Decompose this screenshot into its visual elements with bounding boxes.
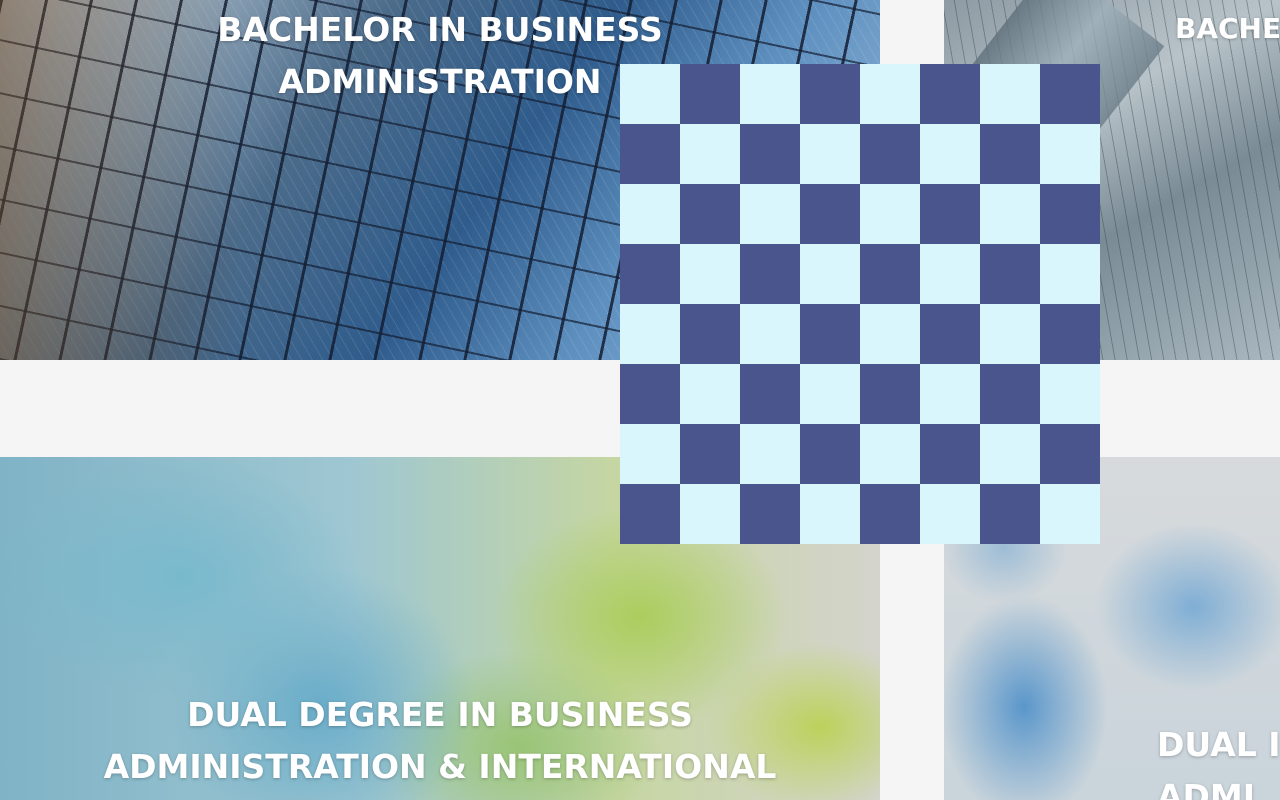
checkerboard-cell	[800, 304, 860, 364]
program-title-line: DUAL DEGREE IN BUSINESS	[187, 695, 693, 734]
checkerboard-cell	[1040, 184, 1100, 244]
checkerboard-cell	[920, 304, 980, 364]
checkerboard-cell	[920, 184, 980, 244]
checkerboard-cell	[860, 64, 920, 124]
checkerboard-cell	[1040, 364, 1100, 424]
checkerboard-cell	[680, 244, 740, 304]
checkerboard-cell	[1040, 244, 1100, 304]
program-title: DUAL I ADMI	[1157, 719, 1280, 800]
checkerboard-cell	[920, 64, 980, 124]
checkerboard-cell	[680, 304, 740, 364]
checkerboard-cell	[980, 184, 1040, 244]
checkerboard-cell	[1040, 424, 1100, 484]
checkerboard-cell	[680, 364, 740, 424]
program-title-line: ADMI	[1157, 777, 1256, 800]
checkerboard-cell	[1040, 304, 1100, 364]
program-title: DUAL DEGREE IN BUSINESS ADMINISTRATION &…	[0, 689, 880, 793]
checkerboard-cell	[1040, 124, 1100, 184]
checkerboard-cell	[920, 364, 980, 424]
checkerboard-cell	[920, 124, 980, 184]
checkerboard-cell	[620, 304, 680, 364]
checkerboard-cell	[800, 244, 860, 304]
checkerboard-cell	[980, 364, 1040, 424]
checkerboard-cell	[980, 244, 1040, 304]
checkerboard-cell	[920, 424, 980, 484]
checkerboard-cell	[860, 484, 920, 544]
checkerboard-cell	[620, 364, 680, 424]
checkerboard-cell	[680, 484, 740, 544]
checkerboard-cell	[620, 124, 680, 184]
checkerboard-overlay	[620, 64, 1100, 544]
checkerboard-cell	[860, 244, 920, 304]
checkerboard-cell	[740, 364, 800, 424]
checkerboard-cell	[860, 184, 920, 244]
checkerboard-cell	[740, 244, 800, 304]
checkerboard-cell	[980, 484, 1040, 544]
checkerboard-cell	[740, 124, 800, 184]
checkerboard-cell	[740, 184, 800, 244]
checkerboard-cell	[1040, 64, 1100, 124]
checkerboard-cell	[980, 424, 1040, 484]
checkerboard-cell	[860, 304, 920, 364]
checkerboard-cell	[800, 184, 860, 244]
program-title: BACHE	[1175, 12, 1280, 46]
checkerboard-cell	[800, 364, 860, 424]
program-title-line: DUAL I	[1157, 725, 1280, 764]
checkerboard-cell	[680, 64, 740, 124]
checkerboard-cell	[800, 124, 860, 184]
checkerboard-cell	[860, 124, 920, 184]
checkerboard-cell	[980, 304, 1040, 364]
program-title-line: ADMINISTRATION & INTERNATIONAL	[103, 747, 777, 786]
checkerboard-cell	[920, 244, 980, 304]
checkerboard-cell	[980, 124, 1040, 184]
checkerboard-cell	[980, 64, 1040, 124]
program-title-line: BACHE	[1175, 12, 1280, 45]
checkerboard-cell	[680, 124, 740, 184]
checkerboard-cell	[740, 484, 800, 544]
program-title-line: BACHELOR IN BUSINESS	[217, 10, 663, 49]
checkerboard-cell	[740, 304, 800, 364]
checkerboard-cell	[800, 424, 860, 484]
checkerboard-cell	[920, 484, 980, 544]
checkerboard-cell	[620, 244, 680, 304]
checkerboard-cell	[860, 364, 920, 424]
checkerboard-cell	[680, 424, 740, 484]
checkerboard-cell	[620, 424, 680, 484]
checkerboard-cell	[740, 424, 800, 484]
checkerboard-cell	[740, 64, 800, 124]
checkerboard-cell	[620, 64, 680, 124]
checkerboard-cell	[680, 184, 740, 244]
checkerboard-cell	[860, 424, 920, 484]
checkerboard-cell	[800, 484, 860, 544]
checkerboard-cell	[1040, 484, 1100, 544]
checkerboard-cell	[620, 184, 680, 244]
checkerboard-cell	[620, 484, 680, 544]
checkerboard-cell	[800, 64, 860, 124]
